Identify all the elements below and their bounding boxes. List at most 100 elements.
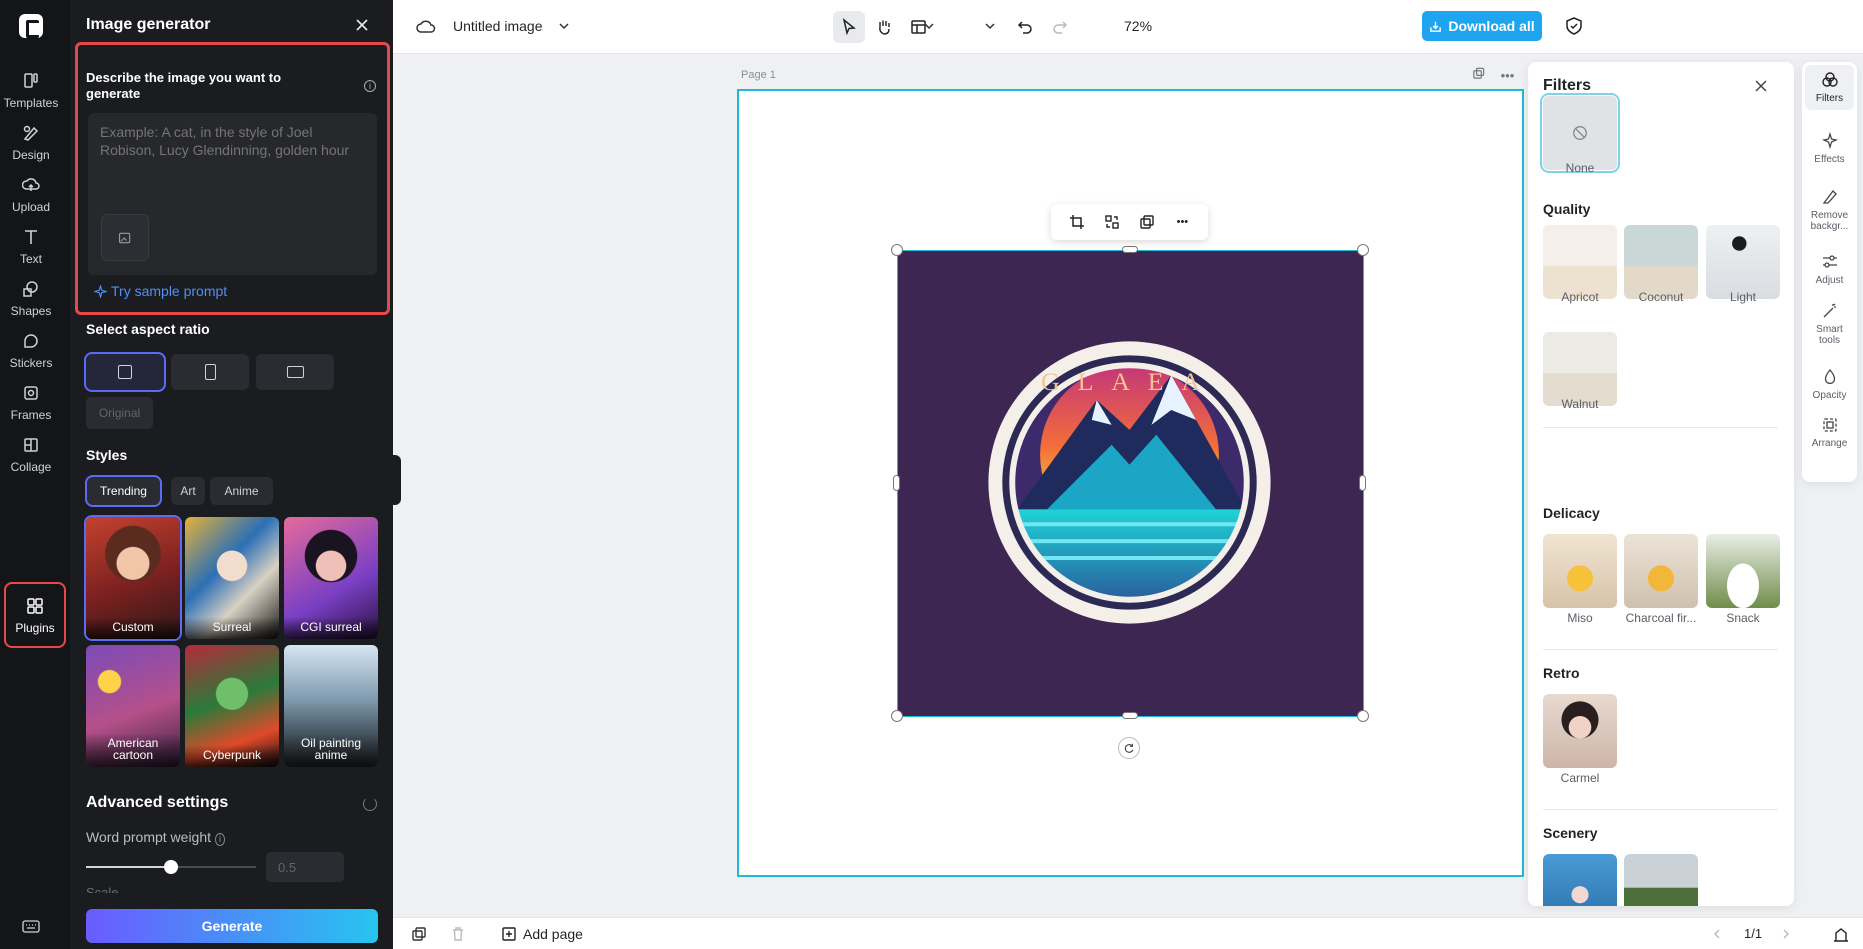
- rail-effects[interactable]: Effects: [1805, 132, 1854, 165]
- filter-none[interactable]: [1540, 93, 1620, 173]
- shield-icon[interactable]: [1564, 16, 1584, 36]
- resize-handle[interactable]: [891, 244, 903, 256]
- canvas-image[interactable]: GLAEA: [897, 250, 1364, 717]
- chevron-down-icon[interactable]: [558, 20, 570, 32]
- select-tool[interactable]: [833, 11, 865, 43]
- filter-light[interactable]: [1706, 225, 1780, 299]
- trash-icon[interactable]: [450, 926, 466, 942]
- undo-button[interactable]: [1009, 11, 1041, 43]
- tab-anime[interactable]: Anime: [210, 477, 273, 505]
- rotate-handle[interactable]: [1118, 737, 1140, 759]
- slider-knob[interactable]: [164, 860, 178, 874]
- try-sample-prompt-link[interactable]: Try sample prompt: [94, 283, 227, 299]
- resize-handle[interactable]: [1122, 246, 1138, 253]
- collapse-panel-handle[interactable]: [393, 455, 401, 505]
- style-surreal[interactable]: Surreal: [185, 517, 279, 639]
- chevron-left-icon[interactable]: [1711, 928, 1723, 940]
- filter-walnut[interactable]: [1543, 332, 1617, 406]
- rail-remove-background[interactable]: Remove backgr...: [1805, 188, 1854, 232]
- styles-label: Styles: [86, 447, 128, 463]
- filter-charcoal-fir[interactable]: [1624, 534, 1698, 608]
- cloud-icon[interactable]: [416, 17, 436, 37]
- filter-label: Apricot: [1561, 290, 1599, 304]
- group-title: Quality: [1543, 201, 1591, 217]
- resize-handle[interactable]: [893, 475, 900, 491]
- add-page-button[interactable]: Add page: [501, 926, 583, 942]
- add-page-label: Add page: [523, 926, 583, 942]
- download-all-button[interactable]: Download all: [1422, 11, 1542, 41]
- filter-miso[interactable]: [1543, 534, 1617, 608]
- ratio-original-button[interactable]: Original: [86, 397, 153, 429]
- chevron-down-icon[interactable]: [923, 20, 935, 32]
- ratio-landscape-button[interactable]: [256, 354, 334, 390]
- divider: [1543, 809, 1778, 810]
- rail-adjust[interactable]: Adjust: [1805, 253, 1854, 286]
- image-upload-button[interactable]: [101, 214, 149, 261]
- rail-item-collage[interactable]: Collage: [0, 426, 62, 482]
- info-icon[interactable]: i: [364, 80, 376, 92]
- filter-scenery-1[interactable]: [1543, 854, 1617, 906]
- rail-item-upload[interactable]: Upload: [0, 166, 62, 222]
- rail-item-frames[interactable]: Frames: [0, 374, 62, 430]
- style-american-cartoon[interactable]: American cartoon: [86, 645, 180, 767]
- generate-button[interactable]: Generate: [86, 909, 378, 943]
- close-icon[interactable]: [1754, 79, 1768, 93]
- more-icon[interactable]: •••: [1171, 211, 1193, 233]
- style-cyberpunk[interactable]: Cyberpunk: [185, 645, 279, 767]
- filters-title: Filters: [1543, 77, 1592, 94]
- style-oil-painting-anime[interactable]: Oil painting anime: [284, 645, 378, 767]
- rail-item-text[interactable]: Text: [0, 218, 62, 274]
- crop-icon[interactable]: [1066, 211, 1088, 233]
- chevron-down-icon[interactable]: [984, 20, 996, 32]
- tab-art[interactable]: Art: [171, 477, 205, 505]
- rail-filters[interactable]: Filters: [1805, 65, 1854, 110]
- rail-item-shapes[interactable]: Shapes: [0, 270, 62, 326]
- resize-handle[interactable]: [891, 710, 903, 722]
- ratio-portrait-button[interactable]: [171, 354, 249, 390]
- pages-icon[interactable]: [411, 926, 427, 942]
- close-icon[interactable]: [353, 16, 371, 34]
- replace-icon[interactable]: [1101, 211, 1123, 233]
- image-add-icon: [119, 232, 131, 243]
- tab-trending[interactable]: Trending: [85, 475, 162, 507]
- panel-toggle-icon[interactable]: [1832, 927, 1850, 943]
- context-toolbar: •••: [1051, 204, 1208, 240]
- style-cgi-surreal[interactable]: CGI surreal: [284, 517, 378, 639]
- rail-smart-tools[interactable]: Smart tools: [1805, 302, 1854, 346]
- left-rail: Templates Design Upload Text Shapes Stic…: [0, 0, 70, 949]
- duplicate-page-icon[interactable]: [1472, 67, 1485, 80]
- rail-item-plugins[interactable]: Plugins: [4, 582, 66, 648]
- resize-handle[interactable]: [1357, 244, 1369, 256]
- right-tool-rail: Filters Effects Remove backgr... Adjust …: [1802, 62, 1857, 482]
- rail-item-templates[interactable]: Templates: [0, 62, 62, 118]
- rail-item-stickers[interactable]: Stickers: [0, 322, 62, 378]
- reset-icon[interactable]: [363, 797, 377, 811]
- filter-apricot[interactable]: [1543, 225, 1617, 299]
- more-icon[interactable]: •••: [1501, 68, 1515, 83]
- resize-handle[interactable]: [1357, 710, 1369, 722]
- resize-handle[interactable]: [1122, 712, 1138, 719]
- filter-scenery-2[interactable]: [1624, 854, 1698, 906]
- style-custom[interactable]: Custom: [84, 515, 182, 641]
- zoom-level[interactable]: 72%: [1124, 18, 1152, 34]
- page-actions[interactable]: •••: [1472, 67, 1514, 83]
- filter-carmel[interactable]: [1543, 694, 1617, 768]
- filter-coconut[interactable]: [1624, 225, 1698, 299]
- redo-button[interactable]: [1044, 11, 1076, 43]
- ratio-square-button[interactable]: [84, 352, 166, 392]
- app-logo[interactable]: [19, 14, 43, 38]
- rail-item-design[interactable]: Design: [0, 114, 62, 170]
- filter-snack[interactable]: [1706, 534, 1780, 608]
- rail-opacity[interactable]: Opacity: [1805, 368, 1854, 401]
- info-icon: i: [214, 833, 226, 846]
- resize-handle[interactable]: [1359, 475, 1366, 491]
- adjust-icon: [1822, 255, 1837, 268]
- sample-label: Try sample prompt: [111, 283, 228, 299]
- chevron-right-icon[interactable]: [1780, 928, 1792, 940]
- keyboard-icon[interactable]: [22, 917, 40, 935]
- document-title[interactable]: Untitled image: [453, 18, 543, 34]
- copy-icon[interactable]: [1136, 211, 1158, 233]
- hand-tool[interactable]: [868, 11, 900, 43]
- weight-value-input[interactable]: 0.5: [266, 852, 344, 882]
- rail-arrange[interactable]: Arrange: [1805, 416, 1854, 449]
